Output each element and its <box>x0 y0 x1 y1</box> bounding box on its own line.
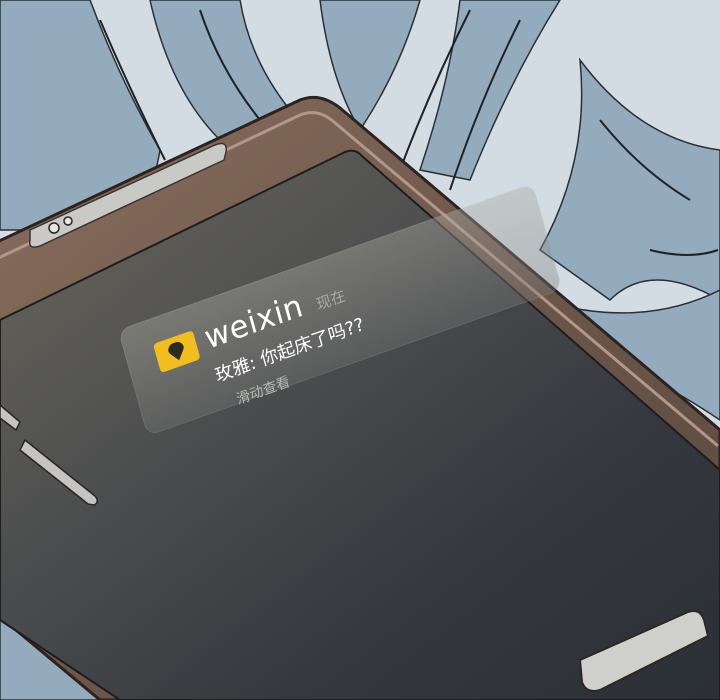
camera-dot <box>48 222 60 234</box>
camera-dot-2 <box>63 216 73 226</box>
comic-panel: weixin 现在 玫雅: 你起床了吗?? 滑动查看 <box>0 0 720 700</box>
weixin-app-icon <box>152 330 201 374</box>
notification-time: 现在 <box>314 286 348 314</box>
